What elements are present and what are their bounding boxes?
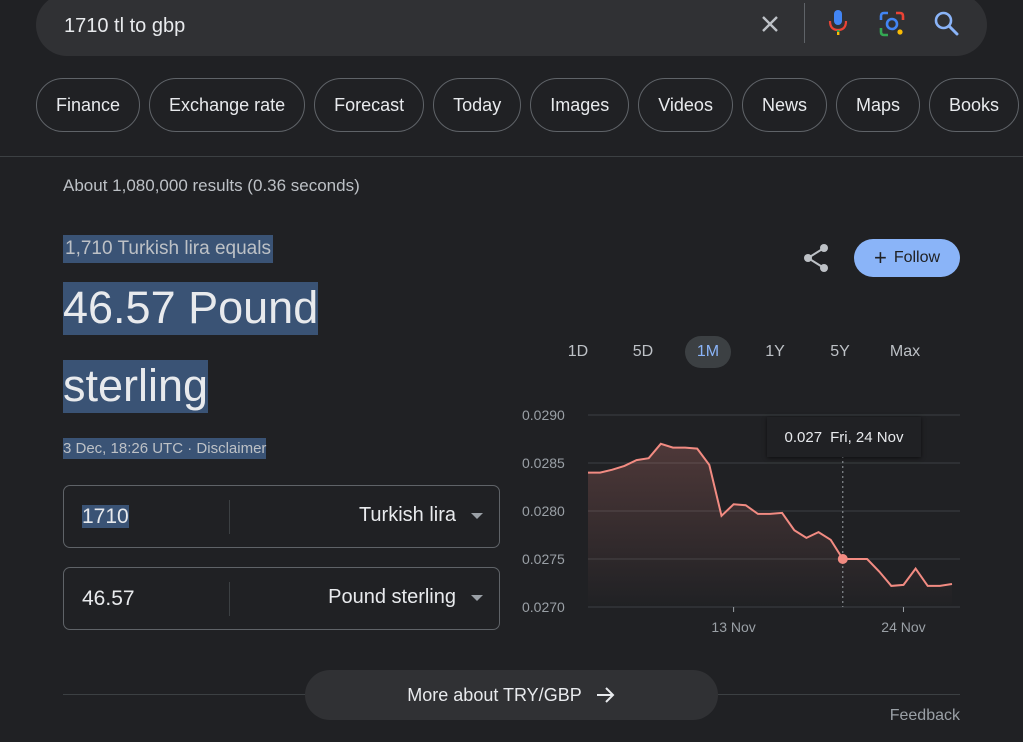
plus-icon: + [873, 245, 887, 270]
chip-maps[interactable]: Maps [835, 78, 920, 132]
y-tick-label: 0.0285 [522, 455, 565, 471]
result-line-2: sterling [63, 360, 209, 413]
from-amount-value: 1710 [82, 505, 129, 528]
conversion-lead: 1,710 Turkish lira equals [63, 235, 273, 263]
chip-books[interactable]: Books [928, 78, 1020, 132]
filter-chips: Finance Exchange rate Forecast Today Ima… [36, 78, 1020, 132]
caret-down-icon[interactable] [471, 513, 483, 521]
chip-today[interactable]: Today [433, 78, 522, 132]
tab-5y[interactable]: 5Y [820, 336, 860, 368]
search-divider [804, 3, 805, 43]
to-amount-input[interactable]: 46.57 [82, 587, 135, 611]
y-tick-label: 0.0270 [522, 599, 565, 615]
chart-highlight-point [837, 554, 848, 564]
tab-1y[interactable]: 1Y [755, 336, 795, 368]
clear-icon[interactable] [758, 12, 782, 36]
chart-area [588, 443, 952, 607]
results-count: About 1,080,000 results (0.36 seconds) [63, 176, 360, 195]
chip-images[interactable]: Images [530, 78, 630, 132]
y-tick-label: 0.0290 [522, 407, 565, 423]
chip-finance[interactable]: Finance [36, 78, 141, 132]
search-input[interactable]: 1710 tl to gbp [64, 15, 185, 38]
feedback-link[interactable]: Feedback [890, 707, 960, 725]
follow-label: Follow [893, 249, 941, 266]
tooltip-date: Fri, 24 Nov [830, 428, 904, 446]
timestamp: 3 Dec, 18:26 UTC [63, 440, 184, 457]
x-tick-label: 24 Nov [881, 619, 925, 635]
converter-separator [229, 582, 230, 616]
search-icon[interactable] [933, 10, 959, 36]
tab-1m[interactable]: 1M [685, 336, 731, 368]
mic-icon[interactable] [825, 8, 851, 38]
tab-max[interactable]: Max [880, 336, 930, 368]
x-tick-label: 13 Nov [711, 619, 755, 635]
to-converter: 46.57 Pound sterling [63, 567, 500, 630]
chart-tooltip: 0.027 Fri, 24 Nov [767, 417, 921, 457]
tooltip-value: 0.027 [784, 428, 823, 446]
disclaimer-link[interactable]: Disclaimer [196, 440, 266, 457]
search-bar[interactable]: 1710 tl to gbp [36, 0, 987, 56]
arrow-right-icon [596, 687, 615, 703]
follow-button[interactable]: + Follow [854, 239, 960, 277]
meta-separator: · [183, 440, 197, 457]
tab-5d[interactable]: 5D [623, 336, 663, 368]
more-about-button[interactable]: More about TRY/GBP [305, 670, 718, 720]
chip-exchange-rate[interactable]: Exchange rate [149, 78, 306, 132]
chip-forecast[interactable]: Forecast [314, 78, 425, 132]
chip-news[interactable]: News [741, 78, 827, 132]
from-currency-select[interactable]: Turkish lira [359, 504, 456, 527]
converter-separator [229, 500, 230, 534]
from-converter: 1710 Turkish lira [63, 485, 500, 548]
y-tick-label: 0.0280 [522, 503, 565, 519]
from-amount-input[interactable]: 1710 [82, 505, 129, 529]
chip-videos[interactable]: Videos [638, 78, 733, 132]
more-about-label: More about TRY/GBP [407, 684, 582, 705]
lens-icon[interactable] [878, 10, 906, 38]
y-tick-label: 0.0275 [522, 551, 565, 567]
share-icon[interactable] [801, 242, 831, 274]
header-divider [0, 156, 1023, 157]
timestamp-line: 3 Dec, 18:26 UTC · Disclaimer [63, 438, 267, 459]
tab-1d[interactable]: 1D [559, 336, 597, 368]
to-currency-select[interactable]: Pound sterling [328, 586, 456, 609]
caret-down-icon[interactable] [471, 595, 483, 603]
result-line-1: 46.57 Pound [63, 282, 319, 335]
conversion-result: 46.57 Pound sterling [63, 269, 350, 425]
